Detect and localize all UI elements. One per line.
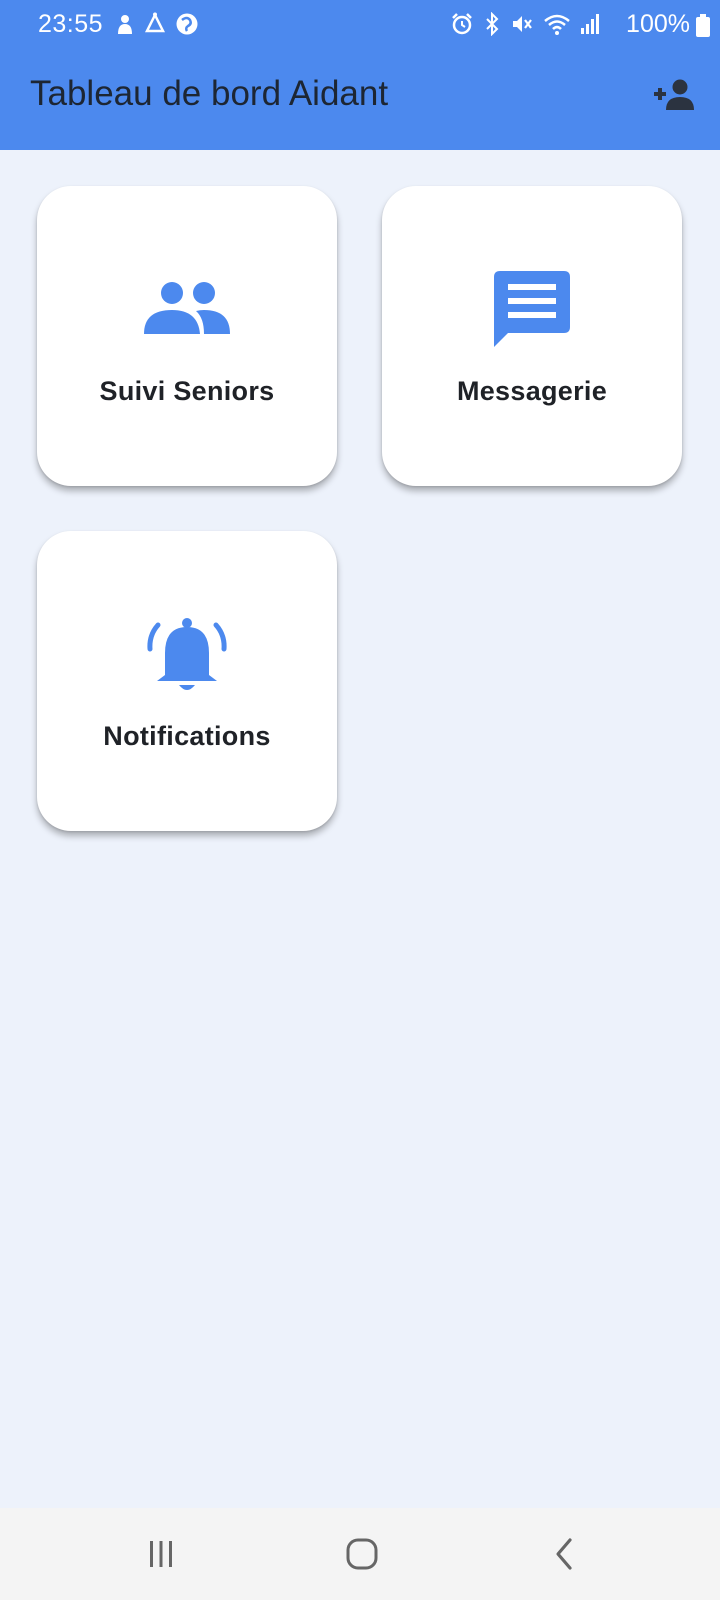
home-icon <box>345 1537 379 1576</box>
hourglass-app-icon <box>144 12 166 41</box>
back-button[interactable] <box>534 1530 594 1582</box>
signal-icon <box>580 12 600 41</box>
person-add-icon <box>652 78 696 115</box>
back-icon <box>552 1537 576 1576</box>
status-right-icons <box>450 11 600 41</box>
status-left-icons <box>115 12 199 41</box>
bluetooth-icon <box>483 11 501 41</box>
wifi-icon <box>543 12 571 41</box>
recent-apps-icon <box>146 1539 176 1574</box>
status-time: 23:55 <box>38 10 104 38</box>
alarm-icon <box>450 12 474 41</box>
notification-app-icon <box>115 12 135 41</box>
app-header: 23:55 100% Tableau de bord Aidant <box>0 0 720 150</box>
add-person-button[interactable] <box>648 74 700 118</box>
battery-percent: 100% <box>626 10 690 38</box>
people-icon <box>37 272 337 348</box>
status-bar: 23:55 100% <box>0 0 720 52</box>
recent-apps-button[interactable] <box>131 1530 191 1582</box>
card-label: Notifications <box>103 721 271 751</box>
page-title: Tableau de bord Aidant <box>30 74 389 113</box>
card-label: Messagerie <box>456 376 608 406</box>
browser-app-icon <box>175 12 199 41</box>
mute-icon <box>510 12 534 41</box>
messagerie-card[interactable]: Messagerie <box>382 186 682 486</box>
message-icon <box>382 271 682 348</box>
bell-icon <box>37 617 337 693</box>
suivi-seniors-card[interactable]: Suivi Seniors <box>37 186 337 486</box>
notifications-card[interactable]: Notifications <box>37 531 337 831</box>
home-button[interactable] <box>332 1530 392 1582</box>
navigation-bar <box>0 1508 720 1600</box>
battery-icon <box>696 14 710 43</box>
card-label: Suivi Seniors <box>99 376 275 406</box>
